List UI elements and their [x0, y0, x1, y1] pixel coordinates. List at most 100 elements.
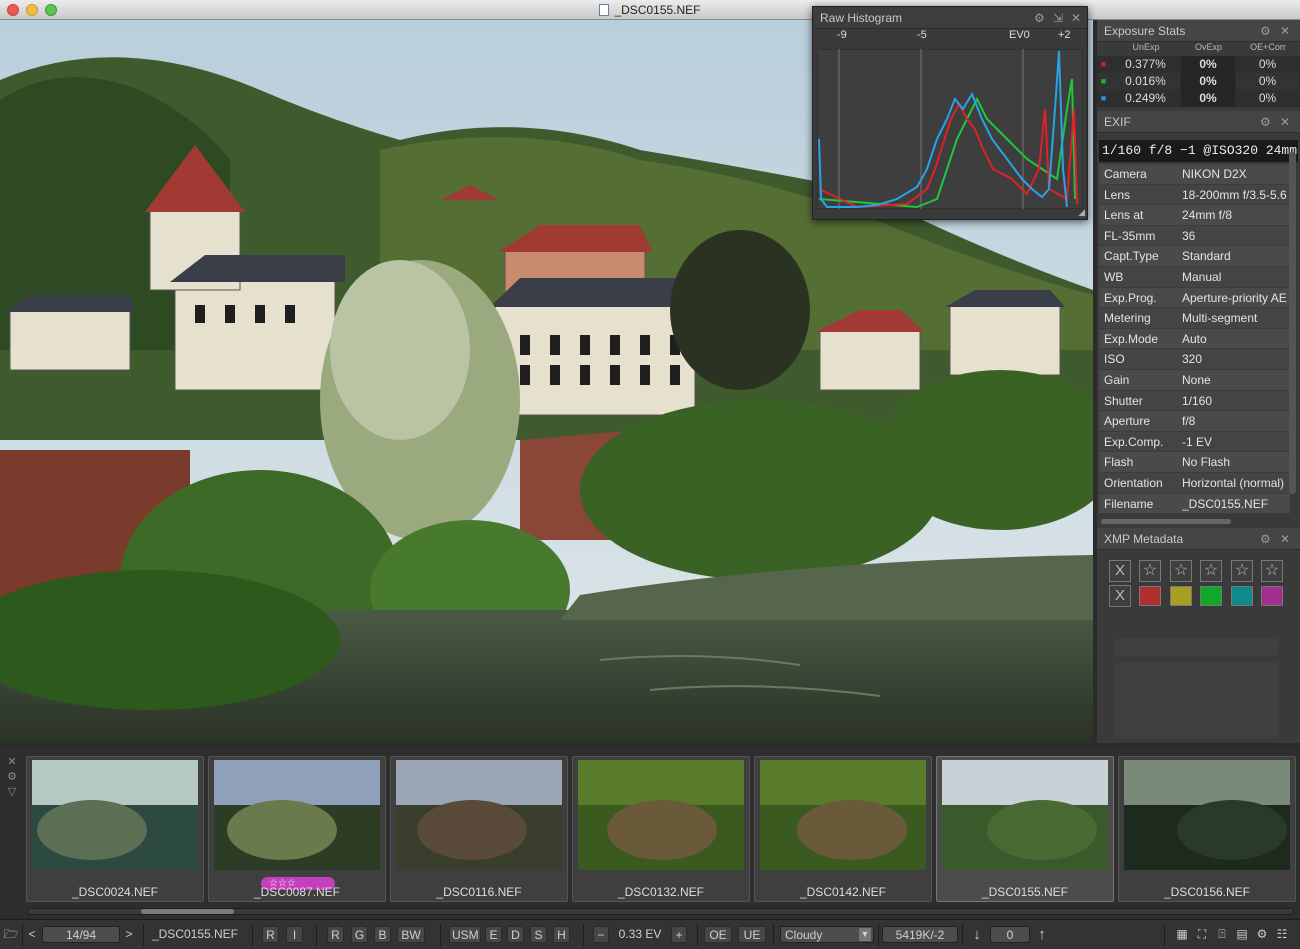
panel-toggle-icon[interactable]: ▤ [1234, 926, 1250, 943]
exif-value: -1 EV [1182, 434, 1213, 449]
exif-value: _DSC0155.NEF [1182, 496, 1269, 511]
prev-image-button[interactable]: < [26, 926, 38, 943]
ev-plus-button[interactable]: + [671, 926, 687, 943]
star-rating-button[interactable]: ☆ [1170, 560, 1192, 582]
exif-row: Aperture f/8 [1099, 411, 1290, 432]
adjust-s-button[interactable]: S [530, 926, 547, 943]
color-label-swatch[interactable] [1200, 586, 1222, 606]
xmp-caption-field[interactable] [1114, 638, 1279, 656]
exposure-stats-title: Exposure Stats [1104, 24, 1186, 38]
resize-grip-icon[interactable]: ◢ [1078, 207, 1085, 218]
star-rating-button[interactable]: ☆ [1231, 560, 1253, 582]
channel-b-button[interactable]: B [374, 926, 391, 943]
detach-icon[interactable]: ⇲ [1053, 7, 1063, 29]
star-rating-button[interactable]: ☆ [1139, 560, 1161, 582]
close-icon[interactable]: ✕ [1280, 528, 1290, 550]
filmstrip-thumbnail[interactable]: _DSC0024.NEF [26, 756, 204, 902]
filmstrip-thumbnail[interactable]: _DSC0142.NEF [754, 756, 932, 902]
color-label-swatch[interactable] [1170, 586, 1192, 606]
exif-row: Lens at 24mm f/8 [1099, 205, 1290, 226]
filmstrip-thumbnail[interactable]: _DSC0155.NEF [936, 756, 1114, 902]
exif-value: Auto [1182, 331, 1207, 346]
gear-icon[interactable]: ⚙ [4, 770, 20, 783]
exif-key: Capt.Type [1104, 249, 1159, 264]
channel-dot-icon: ■ [1097, 56, 1111, 73]
ovexp-value: 0% [1181, 56, 1236, 73]
filmstrip-thumbnail[interactable]: _DSC0116.NEF [390, 756, 568, 902]
exif-value: 1/160 [1182, 393, 1213, 408]
exif-header: EXIF ⚙ ✕ [1097, 111, 1300, 133]
histogram-scale-label: -5 [917, 29, 927, 41]
exif-row: Flash No Flash [1099, 452, 1290, 473]
close-icon[interactable]: ✕ [1280, 111, 1290, 133]
adjust-usm-button[interactable]: USM [449, 926, 481, 943]
star-rating-button[interactable]: ☆ [1261, 560, 1283, 582]
gear-icon[interactable]: ⚙ [1260, 20, 1271, 42]
channel-g-button[interactable]: G [351, 926, 368, 943]
gear-icon[interactable]: ⚙ [1034, 7, 1045, 29]
channel-bw-button[interactable]: BW [397, 926, 425, 943]
xmp-keywords-field[interactable] [1114, 662, 1279, 738]
wb-preset-select[interactable]: Cloudy ▼ [780, 926, 874, 943]
exif-row: WB Manual [1099, 266, 1290, 288]
exif-value: 36 [1182, 228, 1196, 243]
settings-icon[interactable]: ⚙ [1254, 926, 1270, 943]
filmstrip-thumbnail[interactable]: ☆☆☆ _DSC0087.NEF [208, 756, 386, 902]
wb-temperature[interactable]: 5419K/-2 [882, 926, 958, 943]
filmstrip-thumbnail[interactable]: _DSC0132.NEF [572, 756, 750, 902]
filmstrip-scrollbar[interactable] [27, 908, 1294, 915]
exif-key: Camera [1104, 167, 1147, 181]
gear-icon[interactable]: ⚙ [1260, 528, 1271, 550]
exposure-stats-header-row: UnExp OvExp OE+Corr [1097, 42, 1300, 56]
color-label-swatch[interactable] [1139, 586, 1161, 606]
export-icon[interactable]: ⍐ [1214, 926, 1230, 943]
filmstrip-thumbnail[interactable]: _DSC0156.NEF [1118, 756, 1296, 902]
raw-histogram-panel[interactable]: Raw Histogram ⚙ ⇲ ✕ -9 -5 EV0 +2 ◢ [812, 6, 1088, 220]
exif-value: Multi-segment [1182, 311, 1258, 326]
exif-row: Exp.Prog. Aperture-priority AE [1099, 287, 1290, 309]
channel-r-button[interactable]: R [327, 926, 344, 943]
filmstrip-scroll-knob[interactable] [141, 909, 234, 914]
close-icon[interactable]: ✕ [1280, 20, 1290, 42]
exif-hscrollbar[interactable] [1101, 519, 1231, 524]
adjust-d-button[interactable]: D [507, 926, 524, 943]
rotate-up-icon[interactable]: ↑ [1035, 926, 1049, 943]
exposure-stats-header: Exposure Stats ⚙ ✕ [1097, 20, 1300, 42]
exif-row: Gain None [1099, 369, 1290, 391]
next-image-button[interactable]: > [122, 926, 136, 943]
exif-value: 24mm f/8 [1182, 208, 1233, 223]
image-position[interactable]: 14/94 [42, 926, 120, 943]
grid-view-icon[interactable]: ▦ [1174, 926, 1190, 943]
exif-value: None [1182, 372, 1211, 387]
underexposure-toggle[interactable]: UE [738, 926, 766, 943]
color-label-swatch[interactable] [1231, 586, 1253, 606]
unexp-value: 0.377% [1111, 56, 1181, 73]
right-sidebar: Exposure Stats ⚙ ✕ UnExp OvExp OE+Corr ■… [1097, 20, 1300, 743]
exif-row: Filename _DSC0155.NEF [1099, 493, 1290, 515]
ovexp-value: 0% [1181, 90, 1236, 107]
star-rating-button[interactable]: ☆ [1200, 560, 1222, 582]
adjust-h-button[interactable]: H [553, 926, 570, 943]
ev-minus-button[interactable]: − [593, 926, 609, 943]
rotation-value[interactable]: 0 [990, 926, 1030, 943]
view-i-button[interactable]: I [286, 926, 303, 943]
gear-icon[interactable]: ⚙ [1260, 111, 1271, 133]
exif-row: Metering Multi-segment [1099, 308, 1290, 329]
view-r-button[interactable]: R [262, 926, 279, 943]
color-label-swatch[interactable] [1261, 586, 1283, 606]
folder-icon[interactable]: 🗁 [3, 926, 19, 943]
adjust-e-button[interactable]: E [485, 926, 502, 943]
close-icon[interactable]: ✕ [1071, 7, 1081, 29]
exif-scrollbar[interactable] [1289, 152, 1296, 494]
reject-button[interactable]: X [1109, 560, 1131, 582]
exif-value: No Flash [1182, 455, 1231, 470]
filter-icon[interactable]: ▽ [4, 785, 20, 798]
exif-row: Lens 18-200mm f/3.5-5.6 [1099, 184, 1290, 206]
exif-title: EXIF [1104, 115, 1131, 129]
clear-label-button[interactable]: X [1109, 585, 1131, 607]
fullscreen-icon[interactable]: ⛶ [1194, 926, 1210, 943]
rotate-down-icon[interactable]: ↓ [970, 926, 984, 943]
info-icon[interactable]: ☷ [1274, 926, 1290, 943]
overexposure-toggle[interactable]: OE [704, 926, 732, 943]
close-icon[interactable]: ✕ [4, 755, 20, 768]
